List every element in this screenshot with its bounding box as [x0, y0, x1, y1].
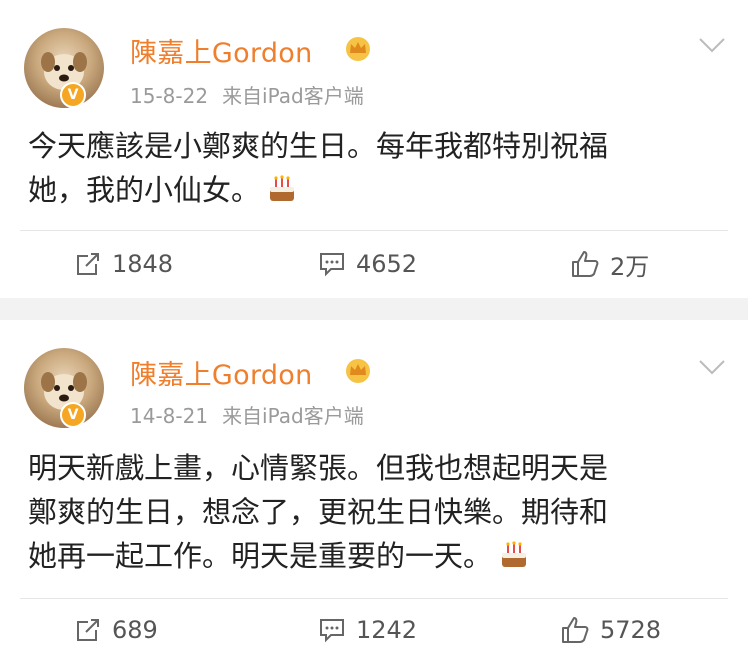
divider — [20, 598, 728, 599]
post-source: 来自iPad客户端 — [222, 84, 364, 108]
birthday-cake-emoji — [502, 541, 527, 567]
comment-icon — [320, 253, 344, 277]
weibo-post-2: V 陳嘉上Gordon 14-8-21 来自iPad客户端 明天新戲上畫，心情緊張… — [0, 320, 748, 660]
comment-button[interactable]: 1242 — [318, 610, 417, 650]
verified-v-icon: V — [60, 402, 86, 428]
chevron-down-icon[interactable] — [698, 36, 726, 54]
post-text-line: 今天應該是小鄭爽的生日。每年我都特別祝福 — [28, 129, 609, 163]
post-actions: 689 1242 5728 — [0, 610, 748, 650]
birthday-cake-emoji — [270, 175, 295, 201]
repost-icon — [77, 619, 99, 641]
post-text-line-with-emoji: 她，我的小仙女。 — [28, 168, 728, 212]
comment-icon — [320, 619, 344, 643]
like-button[interactable]: 2万 — [570, 244, 649, 284]
chevron-down-icon[interactable] — [698, 358, 726, 376]
like-button[interactable]: 5728 — [560, 610, 661, 650]
thumbs-up-icon — [562, 617, 589, 643]
repost-count: 1848 — [112, 250, 174, 278]
post-text: 明天新戲上畫，心情緊張。但我也想起明天是 鄭爽的生日，想念了，更祝生日快樂。期待… — [28, 446, 728, 578]
like-count: 2万 — [610, 252, 650, 281]
crown-icon — [346, 37, 370, 61]
repost-button[interactable]: 689 — [74, 610, 158, 650]
verified-v-icon: V — [60, 82, 86, 108]
username[interactable]: 陳嘉上Gordon — [130, 353, 313, 392]
post-source: 来自iPad客户端 — [222, 404, 364, 428]
like-count: 5728 — [600, 616, 662, 644]
post-meta: 15-8-22 来自iPad客户端 — [130, 80, 364, 109]
post-meta: 14-8-21 来自iPad客户端 — [130, 400, 364, 429]
comment-count: 1242 — [356, 616, 418, 644]
username[interactable]: 陳嘉上Gordon — [130, 31, 313, 70]
post-actions: 1848 4652 2万 — [0, 244, 748, 284]
divider — [20, 230, 728, 231]
comment-count: 4652 — [356, 250, 418, 278]
post-text-line: 明天新戲上畫，心情緊張。但我也想起明天是 — [28, 451, 609, 485]
repost-button[interactable]: 1848 — [74, 244, 173, 284]
post-text-line: 她，我的小仙女。 — [28, 173, 261, 207]
thumbs-up-icon — [572, 251, 599, 277]
post-text-line: 鄭爽的生日，想念了，更祝生日快樂。期待和 — [28, 495, 609, 529]
post-date: 15-8-22 — [130, 84, 209, 108]
post-text-line: 她再一起工作。明天是重要的一天。 — [28, 539, 493, 573]
post-date: 14-8-21 — [130, 404, 209, 428]
weibo-post-1: V 陳嘉上Gordon 15-8-22 来自iPad客户端 今天應該是小鄭爽的生日… — [0, 0, 748, 298]
post-text-line-with-emoji: 她再一起工作。明天是重要的一天。 — [28, 534, 728, 578]
repost-icon — [77, 253, 99, 275]
repost-count: 689 — [112, 616, 158, 644]
comment-button[interactable]: 4652 — [318, 244, 417, 284]
crown-icon — [346, 359, 370, 383]
post-text: 今天應該是小鄭爽的生日。每年我都特別祝福 她，我的小仙女。 — [28, 124, 728, 212]
